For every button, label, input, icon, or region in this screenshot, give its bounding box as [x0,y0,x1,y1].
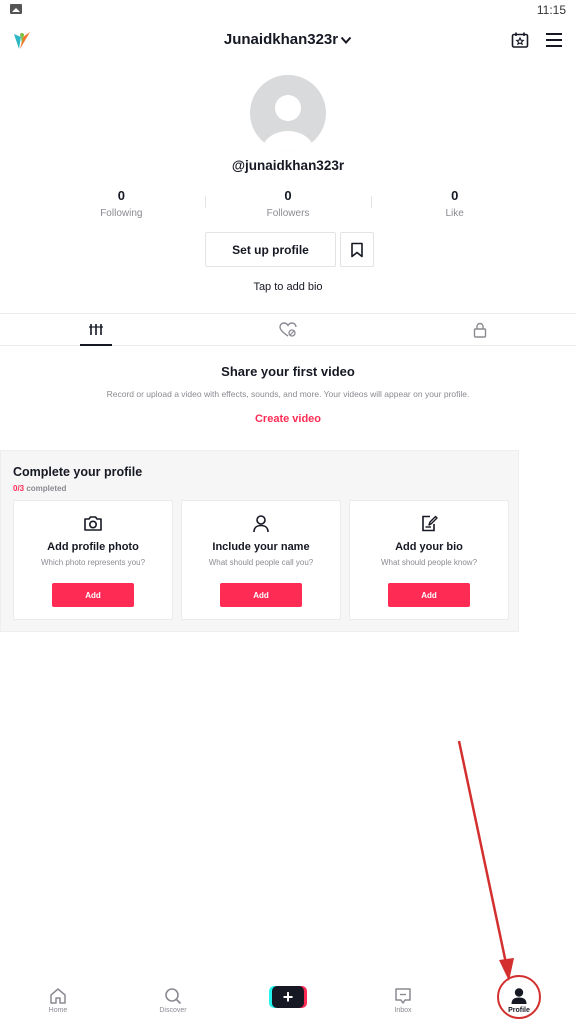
add-name-button[interactable]: Add [220,583,302,607]
create-button[interactable]: + [269,986,307,1008]
inbox-icon [371,986,435,1006]
creator-tools-button[interactable] [508,28,532,52]
completion-count: 0/3 [13,484,25,493]
lock-icon [473,322,487,338]
include-name-card: Include your name What should people cal… [181,500,341,620]
profile-icon [487,986,551,1006]
stat-value: 0 [451,188,459,203]
set-up-profile-button[interactable]: Set up profile [205,232,336,267]
nav-label: Profile [508,1007,530,1014]
home-icon [26,986,90,1006]
nav-label: Inbox [394,1007,412,1014]
stat-likes[interactable]: 0 Like [371,186,538,222]
default-avatar-icon [262,95,314,151]
card-title: Include your name [212,541,310,553]
hamburger-menu-icon [546,33,562,47]
profile-header: Junaidkhan323r [0,22,576,58]
card-title: Add your bio [395,541,463,553]
person-icon [182,513,340,533]
avatar[interactable] [250,75,326,151]
username-title: Junaidkhan323r [223,31,339,48]
favorites-button[interactable] [340,232,374,267]
stat-following[interactable]: 0 Following [38,186,205,222]
nav-discover[interactable]: Discover [141,978,205,1024]
profile-stats: 0 Following 0 Followers 0 Like [38,186,538,222]
create-video-link[interactable]: Create video [0,413,576,425]
complete-profile-panel: Complete your profile 0/3 completed Add … [0,450,519,632]
creator-tools-icon [511,32,529,48]
search-icon [141,986,205,1006]
plus-icon: + [272,986,304,1008]
nav-profile[interactable]: Profile [487,978,551,1024]
nav-inbox[interactable]: Inbox [371,978,435,1024]
edit-bio-icon [350,513,508,533]
liked-heart-icon [279,321,297,337]
add-bio-button[interactable]: Add [388,583,470,607]
card-subtitle: Which photo represents you? [40,558,146,567]
add-bio-link[interactable]: Tap to add bio [0,281,576,293]
complete-profile-title: Complete your profile [13,465,143,479]
gallery-notification-icon [10,4,22,14]
add-bio-card: Add your bio What should people know? Ad… [349,500,509,620]
card-subtitle: What should people call you? [208,558,314,567]
empty-state-description: Record or upload a video with effects, s… [106,389,470,399]
add-photo-button[interactable]: Add [52,583,134,607]
status-time: 11:15 [536,3,566,17]
profile-tabs [0,313,576,346]
completion-progress: 0/3 completed [13,484,66,493]
nav-home[interactable]: Home [26,978,90,1024]
stat-label: Like [445,208,464,219]
stat-label: Following [100,208,143,219]
annotation-arrow [457,740,514,981]
card-title: Add profile photo [47,541,139,553]
stat-value: 0 [117,188,125,203]
menu-button[interactable] [542,28,566,52]
camera-icon [14,513,172,533]
account-switcher[interactable]: Junaidkhan323r [0,31,576,49]
add-profile-photo-card: Add profile photo Which photo represents… [13,500,173,620]
completion-label: completed [24,484,67,493]
tab-videos[interactable] [0,314,192,345]
tab-private[interactable] [384,314,576,345]
stat-followers[interactable]: 0 Followers [204,186,372,222]
profile-handle: @junaidkhan323r [231,158,345,173]
bottom-nav: Home Discover + Inbox Profile [0,975,576,1024]
stat-label: Followers [266,208,310,219]
nav-label: Discover [159,1007,187,1014]
empty-state-title: Share your first video [221,364,355,379]
bookmark-icon [351,242,363,257]
card-subtitle: What should people know? [380,558,478,567]
chevron-down-icon [340,32,352,49]
nav-label: Home [48,1007,68,1014]
status-bar: 11:15 [0,0,576,22]
videos-grid-icon [89,323,103,335]
stat-value: 0 [284,188,292,203]
tab-liked[interactable] [192,314,384,345]
